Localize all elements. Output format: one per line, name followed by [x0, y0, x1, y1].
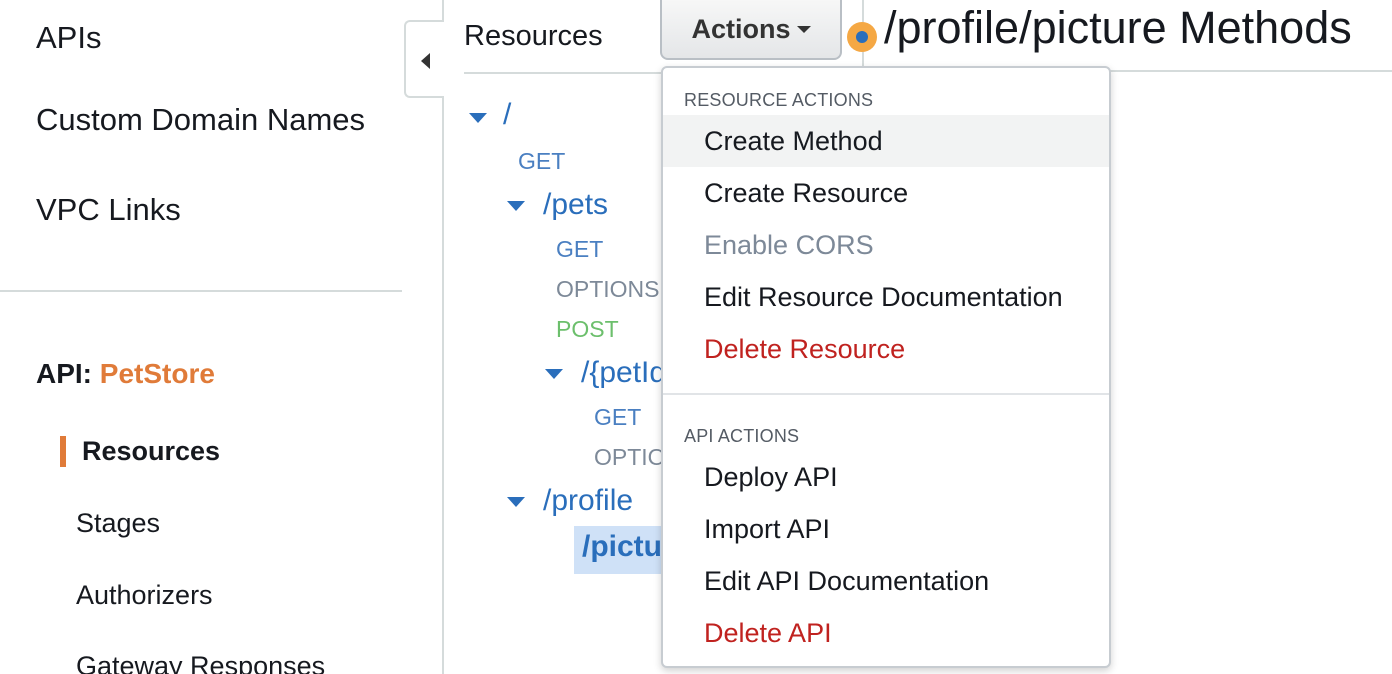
menu-item-edit-api-documentation[interactable]: Edit API Documentation — [663, 555, 1109, 607]
tree-method-post[interactable]: POST — [556, 316, 619, 343]
menu-item-enable-cors: Enable CORS — [704, 230, 874, 260]
expand-arrow-icon[interactable] — [507, 201, 525, 211]
api-actions-heading: API ACTIONS — [684, 426, 800, 446]
tree-node-pets[interactable]: /pets — [543, 188, 608, 222]
nav-item-apis[interactable]: APIs — [36, 20, 101, 56]
nav-item-custom-domain-names[interactable]: Custom Domain Names — [36, 102, 365, 138]
tree-method-get[interactable]: GET — [556, 236, 603, 263]
tree-node-root[interactable]: / — [503, 98, 511, 132]
resource-actions-heading: RESOURCE ACTIONS — [684, 90, 874, 110]
chevron-left-icon — [421, 53, 430, 69]
menu-item-delete-api[interactable]: Delete API — [663, 607, 1109, 659]
page-title: /profile/picture Methods — [884, 2, 1352, 53]
left-navigation: APIs Custom Domain Names VPC Links API: … — [0, 0, 402, 674]
expand-arrow-icon[interactable] — [469, 113, 487, 123]
tree-method-options[interactable]: OPTIONS — [556, 276, 660, 303]
resources-title-divider — [464, 72, 664, 74]
api-heading: API: PetStore — [36, 358, 215, 390]
status-dot-icon — [847, 22, 877, 52]
collapse-nav-button[interactable] — [404, 20, 444, 98]
api-name: PetStore — [99, 358, 215, 389]
menu-item-create-resource[interactable]: Create Resource — [663, 167, 1109, 219]
tree-method-get[interactable]: GET — [518, 148, 565, 175]
menu-item-import-api[interactable]: Import API — [663, 503, 1109, 555]
actions-button-label: Actions — [691, 13, 791, 44]
menu-item-deploy-api[interactable]: Deploy API — [663, 451, 1109, 503]
expand-arrow-icon[interactable] — [507, 497, 525, 507]
actions-dropdown-menu: RESOURCE ACTIONS Create Method Create Re… — [661, 66, 1111, 668]
nav-item-resources[interactable]: Resources — [82, 436, 220, 467]
nav-item-authorizers[interactable]: Authorizers — [76, 580, 213, 611]
caret-down-icon — [796, 25, 811, 33]
nav-divider — [0, 290, 402, 292]
active-indicator — [60, 436, 66, 467]
tree-node-profile[interactable]: /profile — [543, 484, 633, 518]
menu-divider — [663, 393, 1109, 395]
menu-item-edit-resource-documentation[interactable]: Edit Resource Documentation — [663, 271, 1109, 323]
expand-arrow-icon[interactable] — [545, 369, 563, 379]
menu-item-create-method[interactable]: Create Method — [663, 115, 1109, 167]
actions-button[interactable]: Actions — [660, 0, 842, 60]
panel-divider — [442, 0, 444, 674]
nav-item-stages[interactable]: Stages — [76, 508, 160, 539]
nav-item-vpc-links[interactable]: VPC Links — [36, 192, 181, 228]
api-label: API: — [36, 358, 92, 389]
tree-method-get[interactable]: GET — [594, 404, 641, 431]
nav-item-gateway-responses[interactable]: Gateway Responses — [76, 651, 325, 674]
menu-item-delete-resource[interactable]: Delete Resource — [663, 323, 1109, 375]
resources-panel-title: Resources — [464, 20, 603, 52]
